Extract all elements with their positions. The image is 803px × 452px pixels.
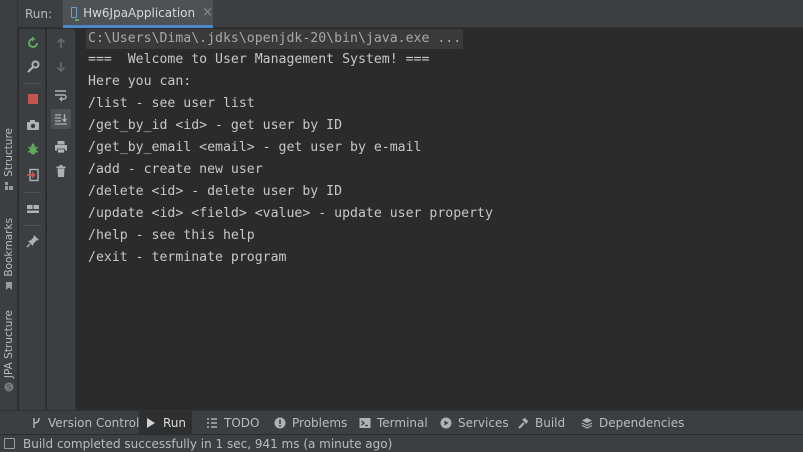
jpa-structure-tab-label: JPA Structure (3, 310, 15, 379)
run-tab-label: Run (163, 416, 187, 430)
svg-text:S: S (7, 384, 12, 392)
console-line: Here you can: (88, 74, 192, 89)
toolbar-separator (23, 225, 41, 226)
stop-icon (28, 94, 38, 104)
scroll-to-end-icon (55, 114, 68, 125)
build-tab-label: Build (535, 416, 566, 430)
console-line: /exit - terminate program (88, 250, 287, 265)
run-tab[interactable]: Run (139, 411, 193, 435)
console-line: === Welcome to User Management System! =… (88, 52, 430, 67)
modify-config-button[interactable] (23, 57, 43, 77)
console-line: /help - see this help (88, 228, 255, 243)
exit-button[interactable] (23, 165, 43, 185)
terminal-icon (359, 417, 371, 429)
scroll-up-button[interactable] (51, 33, 71, 53)
dependencies-tab-label: Dependencies (599, 416, 685, 430)
bookmarks-tab-label: Bookmarks (3, 218, 15, 277)
pin-tab-button[interactable] (23, 231, 43, 251)
close-tab-icon[interactable]: × (202, 6, 213, 19)
problems-tab[interactable]: Problems (268, 411, 353, 435)
problems-tab-label: Problems (292, 416, 348, 430)
clear-all-button[interactable] (51, 161, 71, 181)
version-control-tab[interactable]: Version Control (24, 411, 145, 435)
structure-tab[interactable]: Structure (0, 128, 18, 191)
exit-icon (27, 168, 39, 182)
terminal-tab-label: Terminal (377, 416, 428, 430)
structure-icon (5, 181, 13, 190)
bookmark-icon (6, 281, 12, 290)
console-line: /get_by_id <id> - get user by ID (88, 118, 343, 133)
stop-button[interactable] (23, 89, 43, 109)
toolbar-separator (23, 192, 41, 193)
arrow-down-icon (56, 62, 66, 73)
command-line[interactable]: C:\Users\Dima\.jdks\openjdk-20\bin\java.… (86, 29, 464, 49)
version-control-icon (30, 417, 42, 429)
terminal-tab[interactable]: Terminal (353, 411, 434, 435)
services-tab[interactable]: Services (434, 411, 515, 435)
print-icon (55, 141, 67, 154)
soft-wrap-button[interactable] (51, 85, 71, 105)
camera-icon (27, 120, 39, 130)
console-line: /add - create new user (88, 162, 263, 177)
scroll-to-end-button[interactable] (51, 109, 71, 129)
tool-window-bar: Version Control Run TODO Problems Termin… (0, 410, 803, 435)
bookmarks-tab[interactable]: Bookmarks (0, 218, 18, 291)
console-line: /get_by_email <email> - get user by e-ma… (88, 140, 422, 155)
soft-wrap-icon (55, 90, 67, 102)
jpa-icon: S (4, 382, 14, 392)
rerun-icon (28, 36, 38, 48)
status-bar: Build completed successfully in 1 sec, 9… (0, 434, 803, 452)
run-toolbar-primary (19, 29, 46, 410)
todo-list-icon (206, 417, 218, 429)
debug-button[interactable] (23, 139, 43, 159)
dependencies-tab[interactable]: Dependencies (575, 411, 690, 435)
layout-button[interactable] (23, 199, 43, 219)
toggle-tool-windows-icon[interactable] (4, 438, 15, 449)
console-output[interactable]: C:\Users\Dima\.jdks\openjdk-20\bin\java.… (77, 29, 803, 410)
todo-tab-label: TODO (224, 416, 260, 430)
run-config-tab-title: Hw6JpaApplication (83, 5, 196, 20)
print-button[interactable] (51, 137, 71, 157)
application-icon (71, 7, 80, 21)
jpa-structure-tab[interactable]: JPA Structure S (0, 310, 18, 392)
services-icon (440, 417, 452, 429)
problems-info-icon (274, 417, 286, 429)
console-line: /delete <id> - delete user by ID (88, 184, 343, 199)
services-tab-label: Services (458, 416, 509, 430)
run-label: Run: (25, 7, 53, 21)
console-line: /update <id> <field> <value> - update us… (88, 206, 493, 221)
structure-tab-label: Structure (3, 128, 15, 177)
wrench-icon (27, 60, 40, 73)
toolbar-separator (23, 83, 41, 84)
dependencies-stack-icon (581, 417, 593, 429)
status-message[interactable]: Build completed successfully in 1 sec, 9… (23, 437, 392, 451)
layout-icon (27, 205, 39, 213)
hammer-icon (517, 417, 529, 429)
scroll-down-button[interactable] (51, 57, 71, 77)
run-tool-window-header: Run: Hw6JpaApplication × (18, 0, 803, 28)
debug-bug-icon (27, 143, 39, 155)
run-config-tab[interactable]: Hw6JpaApplication × (63, 0, 213, 28)
todo-tab[interactable]: TODO (200, 411, 265, 435)
build-tab[interactable]: Build (511, 411, 571, 435)
console-line: /list - see user list (88, 96, 255, 111)
pin-icon (26, 235, 39, 248)
arrow-up-icon (56, 37, 66, 48)
rerun-button[interactable] (23, 33, 43, 53)
trash-icon (56, 165, 66, 177)
run-play-icon (145, 417, 157, 429)
run-toolbar-secondary (47, 29, 76, 410)
thread-dump-button[interactable] (23, 115, 43, 135)
left-tool-strip: Structure Bookmarks JPA Structure S (0, 0, 18, 410)
version-control-tab-label: Version Control (48, 416, 140, 430)
